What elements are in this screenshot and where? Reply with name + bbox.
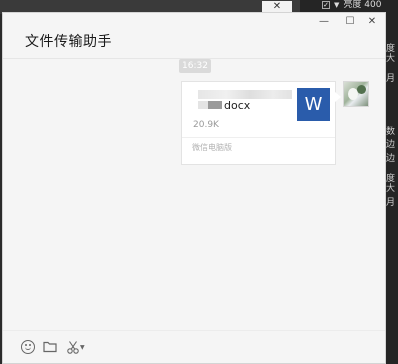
blurred-file-name: [198, 101, 208, 109]
background-side-text: 月: [386, 198, 396, 208]
folder-icon[interactable]: [43, 340, 57, 354]
background-side-text: 边: [386, 154, 396, 164]
close-button[interactable]: ✕: [361, 15, 383, 29]
input-divider: [3, 330, 385, 331]
background-side-text: 数: [386, 127, 396, 137]
blurred-file-name: [208, 101, 222, 109]
background-setting-row: ✓ ▼ 亮度 400: [300, 0, 398, 10]
timestamp-badge: 16:32: [179, 59, 211, 73]
background-side-text: 度大: [386, 174, 396, 194]
brightness-label: 亮度 400: [343, 0, 382, 10]
file-size: 20.9K: [193, 120, 219, 130]
card-divider: [182, 137, 335, 138]
file-message-card[interactable]: docx 20.9K W 微信电脑版: [181, 81, 341, 165]
scissors-icon[interactable]: [66, 340, 80, 354]
chevron-down-icon[interactable]: ▼: [80, 344, 85, 351]
background-side-text: 月: [386, 74, 396, 84]
chat-window: 文件传输助手 — ☐ ✕ 16:32 docx 20.9K W 微信电脑版 ▼: [2, 12, 386, 364]
background-side-text: 度大: [386, 44, 396, 64]
triangle-down-icon: ▼: [334, 1, 340, 9]
blurred-file-name: [198, 90, 292, 99]
minimize-button[interactable]: —: [313, 15, 335, 29]
smile-icon[interactable]: [21, 340, 35, 354]
avatar[interactable]: [343, 81, 369, 107]
message-source: 微信电脑版: [192, 143, 232, 152]
maximize-button[interactable]: ☐: [339, 15, 361, 29]
chat-title: 文件传输助手: [25, 34, 112, 50]
check-icon[interactable]: ✓: [322, 1, 330, 9]
background-side-text: 边: [386, 140, 396, 150]
word-document-icon: W: [297, 88, 330, 121]
file-name: docx: [224, 99, 251, 112]
